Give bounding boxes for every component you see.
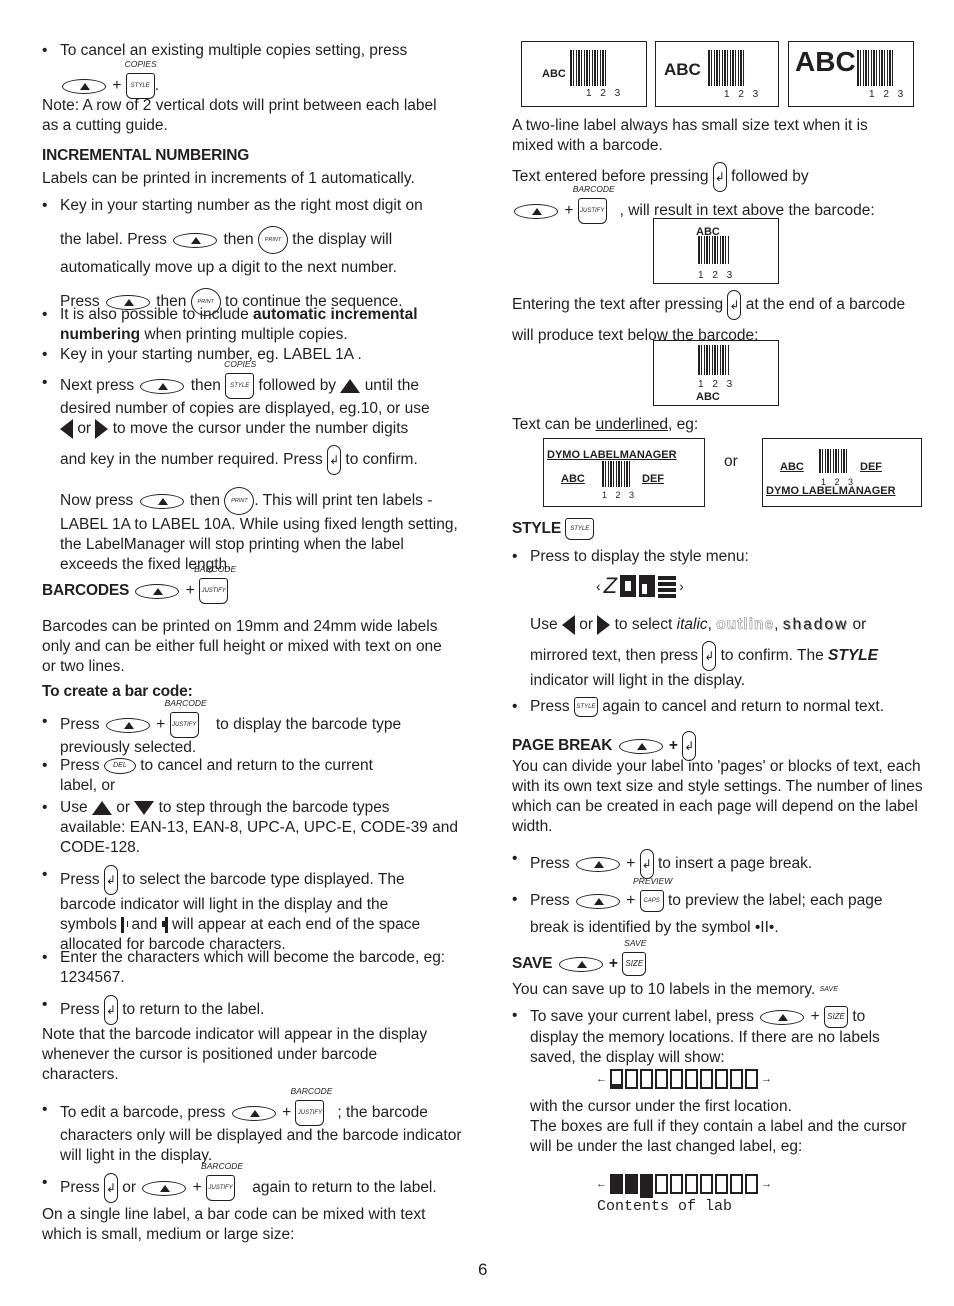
page-break-bullet-1: • Press + ↲ to insert a page break. bbox=[512, 849, 924, 879]
label-text-below: 1 2 3 ABC bbox=[653, 340, 779, 406]
text-after-para: Entering the text after pressing ↲ at th… bbox=[512, 290, 924, 346]
barcode-bullet-3: • Use or to step through the barcode typ… bbox=[42, 799, 458, 856]
down-arrow-icon bbox=[134, 800, 155, 815]
justify-key-icon: BARCODE JUSTIFY bbox=[165, 698, 207, 738]
barcodes-heading-row: BARCODES + BARCODE JUSTIFY bbox=[42, 564, 236, 604]
label-sample-large: ABC 1 2 3 bbox=[788, 41, 914, 107]
shift-key-icon bbox=[139, 493, 184, 509]
save-cursor-note: with the cursor under the first location… bbox=[530, 1098, 907, 1155]
incr-bullet-4: • Next press then COPIES STYLE followed b… bbox=[42, 359, 458, 574]
enter-key-icon: ↲ bbox=[727, 290, 742, 320]
enter-key-icon: ↲ bbox=[103, 865, 118, 895]
justify-key-icon: BARCODE JUSTIFY bbox=[201, 1161, 243, 1201]
barcode-bullet-5: • Enter the characters which will become … bbox=[42, 949, 446, 986]
shift-key-icon bbox=[575, 893, 620, 909]
justify-key-icon: BARCODE JUSTIFY bbox=[290, 1086, 332, 1126]
shift-key-icon bbox=[514, 203, 558, 219]
style-key-icon: STYLE bbox=[565, 518, 595, 540]
enter-key-icon: ↲ bbox=[702, 641, 717, 672]
barcode-bullet-1: • Press + BARCODE JUSTIFY to display the … bbox=[42, 698, 402, 756]
save-bullet-1: • To save your current label, press + SI… bbox=[512, 1006, 880, 1066]
style-use-para: Use or to select italic, outline, shadow… bbox=[530, 615, 878, 690]
shift-key-icon bbox=[105, 717, 150, 733]
page-break-intro: You can divide your label into 'pages' o… bbox=[512, 758, 923, 835]
shift-key-icon bbox=[140, 378, 185, 394]
shift-key-icon bbox=[575, 856, 620, 872]
page-break-bullet-2: • Press + PREVIEW CAPS to preview the lab… bbox=[512, 876, 883, 936]
barcodes-intro: Barcodes can be printed on 19mm and 24mm… bbox=[42, 618, 442, 675]
shift-key-icon bbox=[760, 1009, 805, 1025]
style-key-icon: STYLE bbox=[573, 697, 598, 717]
style-heading-row: STYLE STYLE bbox=[512, 518, 595, 540]
heading-page-break: PAGE BREAK bbox=[512, 737, 613, 755]
justify-key-icon: BARCODE JUSTIFY bbox=[573, 184, 615, 224]
enter-key-icon: ↲ bbox=[103, 995, 118, 1025]
up-arrow-icon bbox=[340, 379, 361, 393]
enter-key-icon: ↲ bbox=[103, 1173, 118, 1203]
heading-incremental-numbering: INCREMENTAL NUMBERING bbox=[42, 147, 250, 164]
underline-intro: Text can be underlined, eg: bbox=[512, 416, 699, 433]
shift-key-icon bbox=[231, 1105, 276, 1121]
left-arrow-icon bbox=[60, 419, 73, 439]
barcode-start-symbol-icon bbox=[121, 916, 128, 933]
shift-key-icon bbox=[62, 78, 106, 94]
memory-contents-preview: Contents of lab bbox=[597, 1198, 733, 1215]
save-heading-row: SAVE + SAVE SIZE bbox=[512, 938, 646, 976]
shift-key-icon bbox=[618, 738, 663, 754]
enter-key-icon: ↲ bbox=[712, 162, 727, 192]
size-key-icon: SAVE SIZE bbox=[622, 938, 646, 976]
barcode-end-symbol-icon bbox=[161, 916, 168, 933]
barcode-bullet-6: • Press ↲ to return to the label. bbox=[42, 995, 462, 1025]
caps-key-icon: PREVIEW CAPS bbox=[633, 876, 672, 912]
size-key-icon: SIZE bbox=[824, 1006, 848, 1028]
barcode-bullet-2: • Press DEL to cancel and return to the … bbox=[42, 757, 373, 794]
heading-style: STYLE bbox=[512, 520, 561, 538]
outline-style-icon bbox=[620, 575, 637, 597]
label-sample-medium: ABC 1 2 3 bbox=[655, 41, 779, 107]
left-arrow-icon bbox=[561, 615, 575, 635]
justify-key-icon: BARCODE JUSTIFY bbox=[194, 564, 236, 604]
style-bullet-2: • Press STYLE again to cancel and return… bbox=[512, 697, 884, 717]
heading-barcodes: BARCODES bbox=[42, 582, 130, 600]
label-underline-bottom: ABC 1 2 3 DEF DYMO LABELMANAGER bbox=[762, 438, 922, 507]
or-text: or bbox=[724, 453, 738, 470]
barcode-return-bullet: • Press ↲ or + BARCODE JUSTIFY again to r… bbox=[42, 1161, 462, 1203]
cancel-copies-bullet: • To cancel an existing multiple copies … bbox=[42, 41, 462, 99]
up-arrow-icon bbox=[91, 800, 112, 815]
label-text-above: ABC 1 2 3 bbox=[653, 218, 779, 284]
memory-display-empty: ← → bbox=[596, 1069, 772, 1089]
print-key-icon: PRINT bbox=[224, 487, 255, 516]
shift-key-icon bbox=[142, 1180, 187, 1196]
two-line-note: A two-line label always has small size t… bbox=[512, 117, 868, 154]
mirror-style-icon bbox=[658, 574, 677, 598]
save-intro: You can save up to 10 labels in the memo… bbox=[512, 981, 838, 998]
shadow-style-icon bbox=[639, 575, 656, 597]
shift-key-icon bbox=[173, 232, 218, 248]
memory-display-full: ← → bbox=[596, 1170, 772, 1198]
barcode-note: Note that the barcode indicator will app… bbox=[42, 1026, 428, 1083]
incr-bullet-1: • Key in your starting number as the rig… bbox=[42, 196, 462, 316]
shift-key-icon bbox=[558, 956, 603, 972]
text-before-para: Text entered before pressing ↲ followed … bbox=[512, 162, 924, 224]
page-number: 6 bbox=[478, 1260, 488, 1279]
del-key-icon: DEL bbox=[103, 757, 136, 774]
enter-key-icon: ↲ bbox=[639, 849, 654, 879]
enter-key-icon: ↲ bbox=[327, 445, 342, 476]
style-key-icon: COPIES STYLE bbox=[224, 359, 256, 399]
shift-key-icon bbox=[135, 583, 180, 599]
barcode-edit-bullet: • To edit a barcode, press + BARCODE JUST… bbox=[42, 1086, 462, 1164]
style-menu-display: ‹ Z › bbox=[596, 573, 684, 598]
heading-save: SAVE bbox=[512, 955, 553, 973]
incr-intro: Labels can be printed in increments of 1… bbox=[42, 170, 415, 187]
barcode-single-line: On a single line label, a bar code can b… bbox=[42, 1206, 426, 1243]
note-dots: Note: A row of 2 vertical dots will prin… bbox=[42, 97, 437, 134]
label-underline-top: DYMO LABELMANAGER ABC 1 2 3 DEF bbox=[543, 438, 705, 507]
right-arrow-icon bbox=[95, 419, 109, 439]
incr-bullet-2: • It is also possible to include automat… bbox=[42, 306, 418, 343]
style-bullet-1: • Press to display the style menu: bbox=[512, 548, 749, 565]
barcode-bullet-4: • Press ↲ to select the barcode type dis… bbox=[42, 865, 421, 953]
print-key-icon: PRINT bbox=[257, 226, 288, 254]
label-sample-small: ABC 1 2 3 bbox=[521, 41, 647, 107]
right-arrow-icon bbox=[597, 615, 611, 635]
